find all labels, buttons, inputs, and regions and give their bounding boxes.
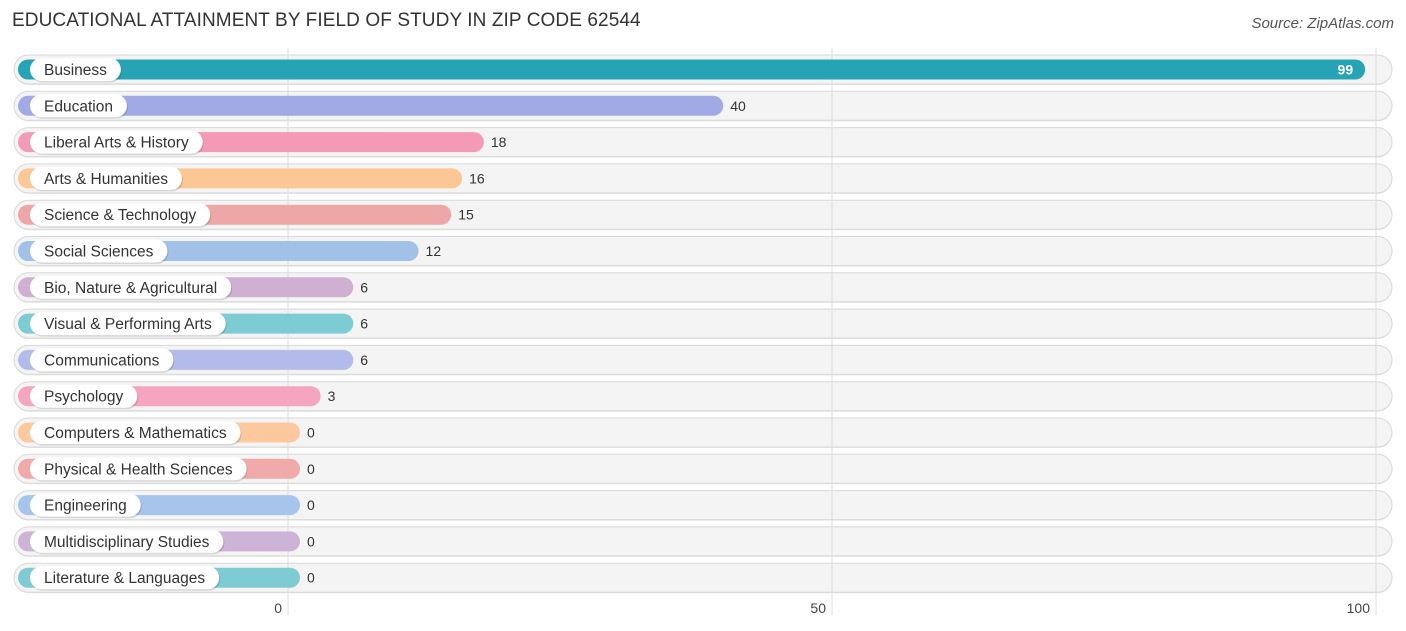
value-label: 0 [307,570,315,586]
category-label: Social Sciences [44,244,154,261]
bar-group: Social Sciences 12 [18,239,442,264]
bar-chart: Business 99 Education 40 Liberal Arts & Hist… [13,48,1393,616]
x-tick-label: 50 [810,600,826,616]
bar-group: Psychology 3 [18,384,336,410]
value-label: 6 [360,352,368,368]
bar-group: Multidisciplinary Studies 0 [18,529,315,555]
category-label: Literature & Languages [44,570,205,587]
bar-group: Engineering 0 [18,493,315,519]
value-label: 16 [469,170,485,186]
value-label: 15 [458,207,474,223]
bar [18,59,1366,80]
value-label: 3 [328,388,336,404]
bar-group: Computers & Mathematics 0 [18,421,315,446]
bar-group: Arts & Humanities 16 [18,166,485,192]
value-label: 99 [1338,62,1354,78]
value-label: 0 [307,425,315,441]
value-label: 0 [307,533,315,549]
value-label: 18 [491,134,507,150]
x-tick-label: 0 [274,600,282,616]
category-label: Education [44,98,113,115]
category-label: Communications [44,352,160,369]
bar-group: Education 40 [18,94,746,119]
bar-group: Liberal Arts & History 18 [18,130,507,156]
category-label: Liberal Arts & History [44,135,189,152]
value-label: 0 [307,461,315,477]
category-label: Physical & Health Sciences [44,461,233,478]
bar-group: Science & Technology 15 [18,203,474,228]
category-label: Bio, Nature & Agricultural [44,280,217,297]
x-tick-label: 100 [1347,600,1371,616]
category-label: Business [44,62,107,79]
category-label: Computers & Mathematics [44,425,227,442]
category-label: Visual & Performing Arts [44,316,212,333]
value-label: 6 [360,279,368,295]
value-label: 12 [426,243,442,259]
bar-group: Physical & Health Sciences 0 [18,457,315,482]
category-label: Engineering [44,498,127,515]
x-axis-ticks: 0 50 100 [274,600,1370,616]
bar-group: Communications 6 [18,348,368,373]
category-label: Psychology [44,389,124,406]
bar-group: Bio, Nature & Agricultural 6 [18,275,368,301]
value-label: 40 [730,98,746,114]
category-label: Arts & Humanities [44,171,168,188]
category-label: Science & Technology [44,207,196,224]
bar-group: Literature & Languages 0 [18,566,315,591]
bar-group: Visual & Performing Arts 6 [18,312,368,337]
bar-group: Business 99 [18,58,1366,83]
category-label: Multidisciplinary Studies [44,534,210,551]
value-label: 0 [307,497,315,513]
value-label: 6 [360,316,368,332]
